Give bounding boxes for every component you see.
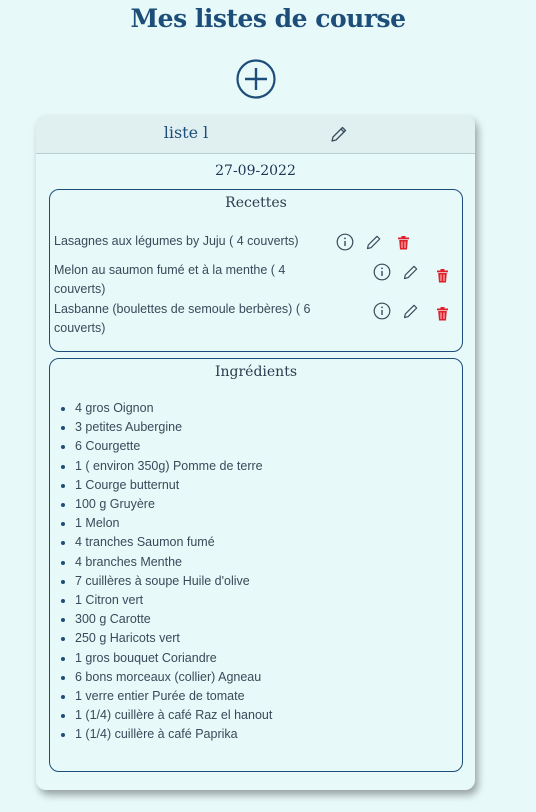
info-icon[interactable] <box>336 233 354 251</box>
delete-trash-icon[interactable] <box>397 236 410 250</box>
delete-trash-icon[interactable] <box>436 269 449 283</box>
ingredient-item: 7 cuillères à soupe Huile d'olive <box>75 572 272 591</box>
ingredient-item: 1 (1/4) cuillère à café Paprika <box>75 725 272 744</box>
recipe-name-line1: Lasbanne (boulettes de semoule berbères)… <box>54 302 311 316</box>
ingredient-item: 1 Citron vert <box>75 591 272 610</box>
add-list-button[interactable] <box>236 59 276 99</box>
edit-pencil-icon[interactable] <box>365 233 383 251</box>
ingredient-item: 1 (1/4) cuillère à café Raz el hanout <box>75 706 272 725</box>
ingredient-item: 3 petites Aubergine <box>75 418 272 437</box>
edit-list-pencil-icon[interactable] <box>329 124 349 144</box>
recipe-item: Melon au saumon fumé et à la menthe ( 4 … <box>54 261 285 299</box>
ingredient-item: 1 Melon <box>75 514 272 533</box>
list-date: 27-09-2022 <box>215 163 296 179</box>
info-icon[interactable] <box>373 263 391 281</box>
ingredient-item: 1 verre entier Purée de tomate <box>75 687 272 706</box>
shopping-list-card: liste l 27-09-2022 Recettes Lasagnes aux… <box>36 115 475 790</box>
ingredient-item: 6 bons morceaux (collier) Agneau <box>75 668 272 687</box>
recipe-item: Lasbanne (boulettes de semoule berbères)… <box>54 300 310 338</box>
ingredient-item: 4 gros Oignon <box>75 399 272 418</box>
recipe-item: Lasagnes aux légumes by Juju ( 4 couvert… <box>54 232 299 251</box>
ingredient-item: 4 branches Menthe <box>75 553 272 572</box>
ingredients-heading: Ingrédients <box>214 364 298 380</box>
recipe-name-line1: Melon au saumon fumé et à la menthe ( 4 <box>54 263 286 277</box>
recipe-name: Lasagnes aux légumes by Juju ( 4 couvert… <box>54 234 299 248</box>
ingredient-item: 250 g Haricots vert <box>75 629 272 648</box>
recipes-section: Recettes Lasagnes aux légumes by Juju ( … <box>49 189 463 352</box>
edit-pencil-icon[interactable] <box>402 302 420 320</box>
edit-pencil-icon[interactable] <box>402 263 420 281</box>
ingredient-item: 100 g Gruyère <box>75 495 272 514</box>
ingredients-list: 4 gros Oignon 3 petites Aubergine 6 Cour… <box>50 399 272 745</box>
ingredient-item: 4 tranches Saumon fumé <box>75 533 272 552</box>
ingredient-item: 6 Courgette <box>75 437 272 456</box>
delete-trash-icon[interactable] <box>436 307 449 321</box>
list-title: liste l <box>163 123 209 142</box>
ingredient-item: 1 gros bouquet Coriandre <box>75 649 272 668</box>
recipes-heading: Recettes <box>225 195 287 211</box>
ingredient-item: 1 ( environ 350g) Pomme de terre <box>75 457 272 476</box>
ingredient-item: 1 Courge butternut <box>75 476 272 495</box>
ingredients-section: Ingrédients 4 gros Oignon 3 petites Aube… <box>49 358 463 772</box>
card-header: liste l <box>36 115 475 154</box>
info-icon[interactable] <box>373 302 391 320</box>
recipe-name-line2: couverts) <box>54 321 106 335</box>
recipe-name-line2: couverts) <box>54 282 106 296</box>
page-title: Mes listes de course <box>130 4 406 33</box>
ingredient-item: 300 g Carotte <box>75 610 272 629</box>
